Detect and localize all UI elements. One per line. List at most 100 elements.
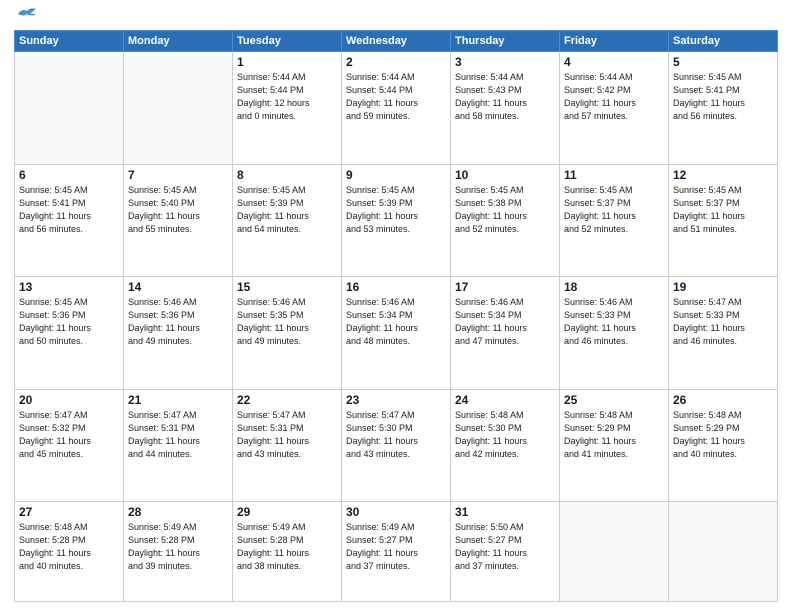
day-detail: Sunrise: 5:45 AMSunset: 5:39 PMDaylight:… xyxy=(237,184,337,236)
calendar-cell: 4 Sunrise: 5:44 AMSunset: 5:42 PMDaylight… xyxy=(560,52,669,165)
calendar-week-row: 20 Sunrise: 5:47 AMSunset: 5:32 PMDayligh… xyxy=(15,389,778,502)
calendar-cell xyxy=(669,502,778,602)
day-detail: Sunrise: 5:45 AMSunset: 5:40 PMDaylight:… xyxy=(128,184,228,236)
day-number: 2 xyxy=(346,55,446,69)
calendar-cell: 8 Sunrise: 5:45 AMSunset: 5:39 PMDaylight… xyxy=(233,164,342,277)
day-number: 25 xyxy=(564,393,664,407)
calendar-cell: 6 Sunrise: 5:45 AMSunset: 5:41 PMDaylight… xyxy=(15,164,124,277)
calendar-cell: 29 Sunrise: 5:49 AMSunset: 5:28 PMDayligh… xyxy=(233,502,342,602)
weekday-header: Friday xyxy=(560,31,669,52)
day-number: 14 xyxy=(128,280,228,294)
calendar-cell: 27 Sunrise: 5:48 AMSunset: 5:28 PMDayligh… xyxy=(15,502,124,602)
calendar-cell xyxy=(560,502,669,602)
day-detail: Sunrise: 5:49 AMSunset: 5:28 PMDaylight:… xyxy=(128,521,228,573)
day-detail: Sunrise: 5:48 AMSunset: 5:29 PMDaylight:… xyxy=(564,409,664,461)
calendar-cell: 10Sunrise: 5:45 AMSunset: 5:38 PMDayligh… xyxy=(451,164,560,277)
day-number: 11 xyxy=(564,168,664,182)
day-number: 12 xyxy=(673,168,773,182)
day-number: 21 xyxy=(128,393,228,407)
day-number: 8 xyxy=(237,168,337,182)
calendar-cell: 19 Sunrise: 5:47 AMSunset: 5:33 PMDayligh… xyxy=(669,277,778,390)
calendar-cell: 24 Sunrise: 5:48 AMSunset: 5:30 PMDayligh… xyxy=(451,389,560,502)
calendar-cell: 15Sunrise: 5:46 AMSunset: 5:35 PMDayligh… xyxy=(233,277,342,390)
calendar-cell: 22 Sunrise: 5:47 AMSunset: 5:31 PMDayligh… xyxy=(233,389,342,502)
day-detail: Sunrise: 5:45 AMSunset: 5:41 PMDaylight:… xyxy=(19,184,119,236)
day-detail: Sunrise: 5:46 AMSunset: 5:33 PMDaylight:… xyxy=(564,296,664,348)
day-detail: Sunrise: 5:45 AMSunset: 5:36 PMDaylight:… xyxy=(19,296,119,348)
day-number: 1 xyxy=(237,55,337,69)
calendar-cell: 12 Sunrise: 5:45 AMSunset: 5:37 PMDayligh… xyxy=(669,164,778,277)
day-number: 9 xyxy=(346,168,446,182)
day-detail: Sunrise: 5:48 AMSunset: 5:28 PMDaylight:… xyxy=(19,521,119,573)
calendar-week-row: 6 Sunrise: 5:45 AMSunset: 5:41 PMDaylight… xyxy=(15,164,778,277)
day-detail: Sunrise: 5:48 AMSunset: 5:29 PMDaylight:… xyxy=(673,409,773,461)
calendar-cell xyxy=(124,52,233,165)
day-number: 30 xyxy=(346,505,446,519)
day-detail: Sunrise: 5:50 AMSunset: 5:27 PMDaylight:… xyxy=(455,521,555,573)
day-detail: Sunrise: 5:47 AMSunset: 5:31 PMDaylight:… xyxy=(128,409,228,461)
day-number: 5 xyxy=(673,55,773,69)
day-number: 20 xyxy=(19,393,119,407)
calendar-cell: 18 Sunrise: 5:46 AMSunset: 5:33 PMDayligh… xyxy=(560,277,669,390)
day-detail: Sunrise: 5:45 AMSunset: 5:38 PMDaylight:… xyxy=(455,184,555,236)
logo-bird-icon xyxy=(16,6,38,22)
day-number: 18 xyxy=(564,280,664,294)
day-number: 3 xyxy=(455,55,555,69)
calendar-cell: 30 Sunrise: 5:49 AMSunset: 5:27 PMDayligh… xyxy=(342,502,451,602)
day-detail: Sunrise: 5:48 AMSunset: 5:30 PMDaylight:… xyxy=(455,409,555,461)
day-detail: Sunrise: 5:47 AMSunset: 5:30 PMDaylight:… xyxy=(346,409,446,461)
day-detail: Sunrise: 5:46 AMSunset: 5:34 PMDaylight:… xyxy=(455,296,555,348)
calendar-header-row: SundayMondayTuesdayWednesdayThursdayFrid… xyxy=(15,31,778,52)
weekday-header: Tuesday xyxy=(233,31,342,52)
weekday-header: Wednesday xyxy=(342,31,451,52)
calendar-cell: 16Sunrise: 5:46 AMSunset: 5:34 PMDayligh… xyxy=(342,277,451,390)
calendar-cell: 31Sunrise: 5:50 AMSunset: 5:27 PMDayligh… xyxy=(451,502,560,602)
day-number: 13 xyxy=(19,280,119,294)
calendar-week-row: 1Sunrise: 5:44 AMSunset: 5:44 PMDaylight… xyxy=(15,52,778,165)
day-number: 22 xyxy=(237,393,337,407)
weekday-header: Saturday xyxy=(669,31,778,52)
day-number: 26 xyxy=(673,393,773,407)
header xyxy=(14,12,778,22)
day-number: 4 xyxy=(564,55,664,69)
day-number: 24 xyxy=(455,393,555,407)
calendar-cell: 17Sunrise: 5:46 AMSunset: 5:34 PMDayligh… xyxy=(451,277,560,390)
weekday-header: Sunday xyxy=(15,31,124,52)
day-detail: Sunrise: 5:49 AMSunset: 5:28 PMDaylight:… xyxy=(237,521,337,573)
calendar-cell: 11 Sunrise: 5:45 AMSunset: 5:37 PMDayligh… xyxy=(560,164,669,277)
day-number: 28 xyxy=(128,505,228,519)
day-detail: Sunrise: 5:46 AMSunset: 5:36 PMDaylight:… xyxy=(128,296,228,348)
day-number: 7 xyxy=(128,168,228,182)
day-detail: Sunrise: 5:45 AMSunset: 5:39 PMDaylight:… xyxy=(346,184,446,236)
calendar-cell: 9 Sunrise: 5:45 AMSunset: 5:39 PMDaylight… xyxy=(342,164,451,277)
calendar-week-row: 13 Sunrise: 5:45 AMSunset: 5:36 PMDayligh… xyxy=(15,277,778,390)
calendar-cell: 1Sunrise: 5:44 AMSunset: 5:44 PMDaylight… xyxy=(233,52,342,165)
calendar-cell: 28 Sunrise: 5:49 AMSunset: 5:28 PMDayligh… xyxy=(124,502,233,602)
day-detail: Sunrise: 5:47 AMSunset: 5:31 PMDaylight:… xyxy=(237,409,337,461)
day-number: 27 xyxy=(19,505,119,519)
logo xyxy=(14,12,38,22)
day-detail: Sunrise: 5:45 AMSunset: 5:37 PMDaylight:… xyxy=(564,184,664,236)
day-number: 29 xyxy=(237,505,337,519)
day-number: 15 xyxy=(237,280,337,294)
calendar-cell: 25 Sunrise: 5:48 AMSunset: 5:29 PMDayligh… xyxy=(560,389,669,502)
calendar-cell: 13 Sunrise: 5:45 AMSunset: 5:36 PMDayligh… xyxy=(15,277,124,390)
page: SundayMondayTuesdayWednesdayThursdayFrid… xyxy=(0,0,792,612)
day-detail: Sunrise: 5:49 AMSunset: 5:27 PMDaylight:… xyxy=(346,521,446,573)
weekday-header: Monday xyxy=(124,31,233,52)
calendar-cell: 26 Sunrise: 5:48 AMSunset: 5:29 PMDayligh… xyxy=(669,389,778,502)
day-detail: Sunrise: 5:44 AMSunset: 5:42 PMDaylight:… xyxy=(564,71,664,123)
day-detail: Sunrise: 5:47 AMSunset: 5:32 PMDaylight:… xyxy=(19,409,119,461)
day-number: 16 xyxy=(346,280,446,294)
day-number: 6 xyxy=(19,168,119,182)
day-number: 23 xyxy=(346,393,446,407)
day-detail: Sunrise: 5:45 AMSunset: 5:37 PMDaylight:… xyxy=(673,184,773,236)
day-detail: Sunrise: 5:45 AMSunset: 5:41 PMDaylight:… xyxy=(673,71,773,123)
day-detail: Sunrise: 5:47 AMSunset: 5:33 PMDaylight:… xyxy=(673,296,773,348)
calendar-table: SundayMondayTuesdayWednesdayThursdayFrid… xyxy=(14,30,778,602)
calendar-cell: 5 Sunrise: 5:45 AMSunset: 5:41 PMDaylight… xyxy=(669,52,778,165)
day-number: 19 xyxy=(673,280,773,294)
calendar-cell: 21 Sunrise: 5:47 AMSunset: 5:31 PMDayligh… xyxy=(124,389,233,502)
calendar-cell: 20 Sunrise: 5:47 AMSunset: 5:32 PMDayligh… xyxy=(15,389,124,502)
weekday-header: Thursday xyxy=(451,31,560,52)
